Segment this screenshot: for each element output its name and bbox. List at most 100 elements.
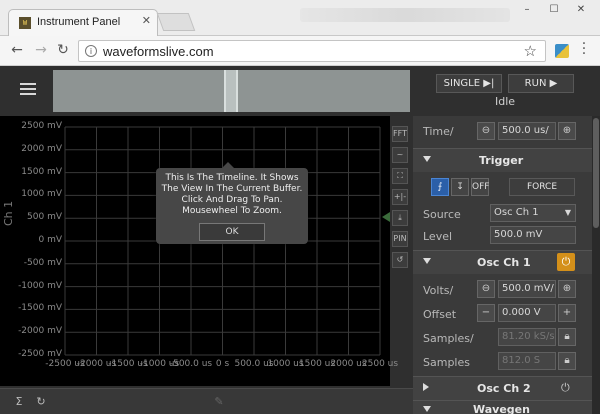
zoom-out-volts-icon[interactable]: ⊖ xyxy=(477,280,495,298)
trigger-off-button[interactable]: OFF xyxy=(471,178,489,196)
plot-side-tools: FFT ~ ⛶ +|- ⤓ PIN ↺ xyxy=(392,126,408,273)
trigger-level-marker[interactable] xyxy=(382,212,390,222)
source-value: Osc Ch 1 xyxy=(494,207,539,218)
x-tick-label: 0 s xyxy=(215,359,230,369)
url-input[interactable]: i waveformslive.com ☆ xyxy=(78,40,546,62)
browser-menu-icon[interactable]: · · · xyxy=(578,37,590,61)
back-arrow-icon[interactable]: ← xyxy=(8,42,26,58)
osc-ch2-title: Osc Ch 2 xyxy=(477,382,531,395)
force-trigger-button[interactable]: FORCE xyxy=(509,178,575,196)
y-tick-label: -500 mV xyxy=(23,257,62,268)
wavegen-title: Wavegen xyxy=(473,403,530,414)
pin-icon[interactable]: PIN xyxy=(392,231,408,247)
source-label: Source xyxy=(423,208,461,221)
single-button[interactable]: SINGLE ▶| xyxy=(436,74,502,93)
tab-close-icon[interactable]: ✕ xyxy=(142,14,151,27)
extension-icon[interactable] xyxy=(555,44,569,58)
x-tick-label: 2500 us xyxy=(361,359,399,369)
info-icon[interactable]: i xyxy=(85,45,97,57)
level-label: Level xyxy=(423,230,453,243)
rising-edge-icon[interactable]: ⨍ xyxy=(431,178,449,196)
time-per-div-label: Time/ xyxy=(423,125,454,138)
zoom-out-time-icon[interactable]: ⊖ xyxy=(477,122,495,140)
oscilloscope-plot[interactable] xyxy=(0,116,390,386)
bottom-toolbar: Σ ↻ ✎ xyxy=(0,388,413,414)
waveform-icon[interactable]: ~ xyxy=(392,147,408,163)
tab-title: Instrument Panel xyxy=(37,16,121,28)
y-tick-label: -2000 mV xyxy=(18,326,62,337)
status-text: Idle xyxy=(495,95,516,108)
power-on-icon[interactable]: ⏻ xyxy=(557,253,575,271)
maximize-icon[interactable]: ☐ xyxy=(543,4,565,18)
trigger-title: Trigger xyxy=(479,154,524,167)
y-tick-label: 500 mV xyxy=(27,212,62,223)
minimize-icon[interactable]: – xyxy=(516,4,538,18)
samples-input[interactable]: 812.0 S xyxy=(498,352,556,370)
samples-label: Samples xyxy=(423,356,470,369)
offset-minus-button[interactable]: − xyxy=(477,304,495,322)
panel-scrollbar[interactable] xyxy=(592,116,600,414)
sample-rate-label: Samples/ xyxy=(423,332,474,345)
tooltip-ok-button[interactable]: OK xyxy=(199,223,265,241)
run-play-icon: ▶ xyxy=(549,78,558,89)
y-tick-label: 1500 mV xyxy=(21,166,62,177)
sample-rate-input[interactable]: 81.20 kS/s xyxy=(498,328,556,346)
new-tab-button[interactable] xyxy=(156,13,196,31)
pencil-icon[interactable]: ✎ xyxy=(210,393,228,411)
scrollbar-thumb[interactable] xyxy=(593,118,599,228)
collapse-caret-icon xyxy=(423,156,431,162)
browser-tab-strip: W Instrument Panel ✕ – ☐ ✕ xyxy=(0,0,600,36)
y-tick-label: 0 mV xyxy=(38,235,62,245)
offset-plus-button[interactable]: + xyxy=(558,304,576,322)
instrument-panel-app: SINGLE ▶| RUN ▶ Idle Ch 1 2500 mV 2000 mV… xyxy=(0,66,600,414)
source-select[interactable]: Osc Ch 1 ▼ xyxy=(490,204,576,222)
y-tick-label: -1500 mV xyxy=(18,303,62,314)
sigma-icon[interactable]: Σ xyxy=(10,393,28,411)
timeline[interactable] xyxy=(53,70,410,112)
dropdown-caret-icon: ▼ xyxy=(564,208,571,217)
run-button[interactable]: RUN ▶ xyxy=(508,74,574,93)
fft-icon[interactable]: FFT xyxy=(392,126,408,142)
volts-per-div-input[interactable]: 500.0 mV/ xyxy=(498,280,556,298)
sample-rate-lock-icon[interactable]: 🔒︎ xyxy=(558,328,576,346)
reset-icon[interactable]: ↺ xyxy=(392,252,408,268)
falling-edge-icon[interactable]: ↧ xyxy=(451,178,469,196)
time-per-div-input[interactable]: 500.0 us/ xyxy=(498,122,556,140)
osc-ch1-title: Osc Ch 1 xyxy=(477,256,531,269)
address-bar: ← → ↻ i waveformslive.com ☆ · · · xyxy=(0,36,600,66)
timeline-view-window[interactable] xyxy=(224,70,238,112)
bookmark-star-icon[interactable]: ☆ xyxy=(524,42,537,60)
single-play-icon: ▶| xyxy=(483,78,495,89)
download-icon[interactable]: ⤓ xyxy=(392,210,408,226)
trigger-section-header[interactable]: Trigger xyxy=(413,148,600,172)
y-tick-label: 2500 mV xyxy=(21,121,62,131)
refresh-icon[interactable]: ↻ xyxy=(32,393,50,411)
hamburger-menu-icon[interactable] xyxy=(20,83,36,98)
volts-per-div-label: Volts/ xyxy=(423,284,454,297)
level-input[interactable]: 500.0 mV xyxy=(490,226,576,244)
zoom-in-time-icon[interactable]: ⊕ xyxy=(558,122,576,140)
wavegen-section-header[interactable]: Wavegen xyxy=(413,400,600,414)
browser-tab[interactable]: W Instrument Panel ✕ xyxy=(8,9,158,36)
expand-caret-icon xyxy=(423,383,429,391)
url-text: waveformslive.com xyxy=(103,44,214,59)
collapse-caret-icon xyxy=(423,406,431,412)
settings-panel: Time/ ⊖ 500.0 us/ ⊕ Trigger ⨍ ↧ OFF FORC… xyxy=(413,116,600,414)
y-tick-label: -1000 mV xyxy=(18,280,62,291)
power-off-icon[interactable]: ⏻ xyxy=(561,381,570,395)
offset-input[interactable]: 0.000 V xyxy=(498,304,556,322)
single-label: SINGLE xyxy=(443,78,481,89)
run-label: RUN xyxy=(524,78,547,89)
x-tick-label: -500.0 us xyxy=(169,359,213,369)
cursors-icon[interactable]: +|- xyxy=(392,189,408,205)
osc-ch1-section-header[interactable]: Osc Ch 1 ⏻ xyxy=(413,250,600,274)
reload-icon[interactable]: ↻ xyxy=(54,42,72,58)
autoscale-icon[interactable]: ⛶ xyxy=(392,168,408,184)
osc-ch2-section-header[interactable]: Osc Ch 2 ⏻ xyxy=(413,376,600,400)
close-window-icon[interactable]: ✕ xyxy=(570,4,592,18)
trigger-type-group: ⨍ ↧ OFF xyxy=(431,178,501,198)
tooltip-arrow xyxy=(222,162,234,168)
samples-lock-icon[interactable]: 🔒︎ xyxy=(558,352,576,370)
zoom-in-volts-icon[interactable]: ⊕ xyxy=(558,280,576,298)
forward-arrow-icon[interactable]: → xyxy=(32,42,50,58)
